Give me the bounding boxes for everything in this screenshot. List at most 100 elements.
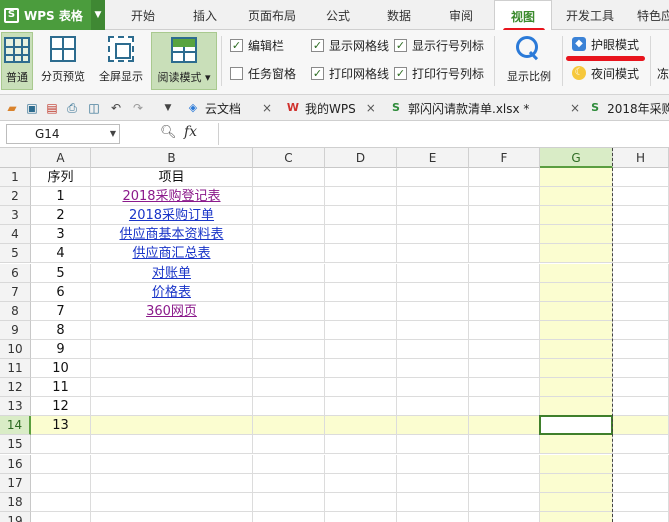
cell[interactable] <box>397 397 469 417</box>
cell[interactable] <box>325 301 397 321</box>
show-gridlines-checkbox[interactable]: ✓ 显示网格线 <box>311 37 389 53</box>
hyperlink-cell[interactable]: 供应商基本资料表 <box>91 225 253 245</box>
cell[interactable] <box>613 473 669 493</box>
cell[interactable] <box>325 359 397 379</box>
hyperlink-cell[interactable]: 对账单 <box>91 263 253 283</box>
cell[interactable] <box>253 282 325 302</box>
page-preview-button[interactable]: 分页预览 <box>36 32 90 90</box>
cell[interactable] <box>613 378 669 398</box>
folder-icon[interactable]: ▰ <box>4 100 20 116</box>
cell[interactable] <box>613 168 669 188</box>
cell[interactable] <box>540 320 613 340</box>
hyperlink-cell[interactable]: 360网页 <box>91 301 253 321</box>
select-all-corner[interactable] <box>0 148 31 168</box>
cell[interactable] <box>540 339 613 359</box>
cell[interactable] <box>540 454 613 474</box>
cell[interactable] <box>397 454 469 474</box>
cell[interactable] <box>253 187 325 207</box>
zoom-ratio-button[interactable]: 显示比例 <box>502 32 556 90</box>
hyperlink-cell[interactable]: 供应商汇总表 <box>91 244 253 264</box>
cell[interactable] <box>397 225 469 245</box>
tab-formula[interactable]: 公式 <box>314 0 362 30</box>
tab-page-layout[interactable]: 页面布局 <box>240 0 304 30</box>
cell[interactable] <box>253 454 325 474</box>
hyperlink-cell[interactable]: 2018采购登记表 <box>91 187 253 207</box>
cell[interactable] <box>253 301 325 321</box>
fullscreen-button[interactable]: 全屏显示 <box>94 32 148 90</box>
tab-developer[interactable]: 开发工具 <box>558 0 622 30</box>
tab-view[interactable]: 视图 <box>494 0 552 31</box>
row-header[interactable]: 14 <box>0 416 31 436</box>
cell[interactable] <box>397 511 469 522</box>
cell[interactable] <box>91 435 253 455</box>
doc-tab-mywps[interactable]: W 我的WPS × <box>286 95 376 121</box>
tab-data[interactable]: 数据 <box>374 0 424 30</box>
cell[interactable] <box>540 359 613 379</box>
cell[interactable] <box>325 378 397 398</box>
cell[interactable] <box>91 397 253 417</box>
cell[interactable] <box>397 244 469 264</box>
seq-cell[interactable]: 12 <box>31 397 91 417</box>
cell[interactable] <box>253 320 325 340</box>
cell[interactable] <box>469 359 540 379</box>
cell[interactable] <box>397 320 469 340</box>
cell[interactable] <box>91 473 253 493</box>
column-header[interactable]: H <box>613 148 669 168</box>
cell[interactable] <box>469 511 540 522</box>
cell[interactable] <box>613 225 669 245</box>
cell[interactable] <box>469 263 540 283</box>
cell[interactable] <box>397 416 469 436</box>
cell[interactable] <box>469 416 540 436</box>
doc-tab-next[interactable]: × S 2018年采购 <box>570 95 669 121</box>
chevron-down-icon[interactable]: ▼ <box>110 125 116 143</box>
seq-cell[interactable]: 8 <box>31 320 91 340</box>
cell[interactable] <box>540 511 613 522</box>
cell[interactable] <box>397 282 469 302</box>
cell[interactable] <box>253 244 325 264</box>
row-header[interactable]: 2 <box>0 187 31 207</box>
cell[interactable] <box>397 492 469 512</box>
cell[interactable] <box>613 511 669 522</box>
cell[interactable] <box>469 206 540 226</box>
column-header[interactable]: G <box>540 148 613 168</box>
row-header[interactable]: 10 <box>0 339 31 359</box>
cell[interactable] <box>540 187 613 207</box>
active-cell-g14[interactable] <box>539 415 613 436</box>
cell[interactable] <box>31 511 91 522</box>
cell[interactable] <box>91 511 253 522</box>
cell[interactable] <box>253 435 325 455</box>
cell[interactable] <box>397 359 469 379</box>
cell[interactable] <box>613 320 669 340</box>
save-icon[interactable]: ▣ <box>24 100 40 116</box>
cell[interactable] <box>397 168 469 188</box>
cell[interactable] <box>91 359 253 379</box>
row-header[interactable]: 17 <box>0 473 31 493</box>
cell[interactable] <box>540 168 613 188</box>
cell[interactable] <box>613 187 669 207</box>
cell[interactable] <box>540 378 613 398</box>
cell[interactable] <box>540 435 613 455</box>
close-icon[interactable]: × <box>570 101 580 115</box>
header-cell-item[interactable]: 项目 <box>91 168 253 188</box>
cell[interactable] <box>31 454 91 474</box>
column-header[interactable]: A <box>31 148 91 168</box>
night-mode-button[interactable]: ☾ 夜间模式 <box>572 64 639 82</box>
cell[interactable] <box>540 206 613 226</box>
row-header[interactable]: 4 <box>0 225 31 245</box>
cell[interactable] <box>31 492 91 512</box>
cell[interactable] <box>469 225 540 245</box>
search-icon[interactable]: 🔍︎ <box>160 125 177 141</box>
cell[interactable] <box>469 397 540 417</box>
normal-view-button[interactable]: 普通 <box>1 32 33 90</box>
row-header[interactable]: 12 <box>0 378 31 398</box>
seq-cell[interactable]: 10 <box>31 359 91 379</box>
cell[interactable] <box>613 301 669 321</box>
cell[interactable] <box>613 206 669 226</box>
cell[interactable] <box>613 454 669 474</box>
cell[interactable] <box>91 378 253 398</box>
column-header[interactable]: C <box>253 148 325 168</box>
row-header[interactable]: 9 <box>0 320 31 340</box>
cell[interactable] <box>325 168 397 188</box>
hyperlink-cell[interactable]: 2018采购订单 <box>91 206 253 226</box>
chevron-down-icon[interactable]: ▼ <box>91 0 105 30</box>
